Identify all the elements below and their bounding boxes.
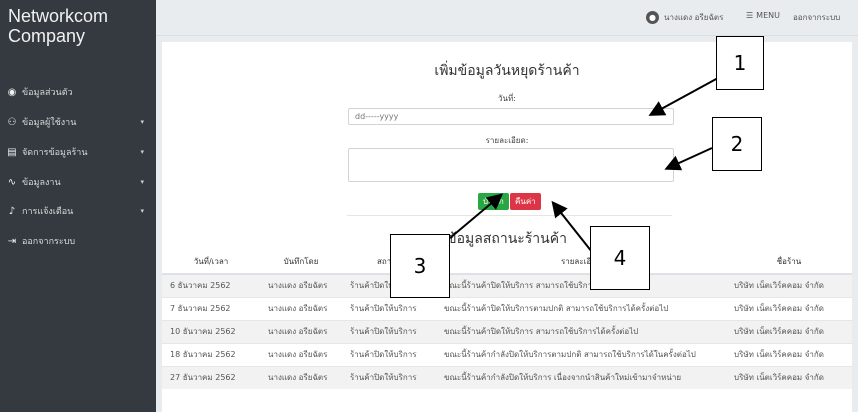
- user-circle-icon: ◉: [7, 86, 17, 98]
- chevron-down-icon: ▾: [140, 207, 144, 215]
- logout-link[interactable]: ออกจากระบบ: [793, 11, 840, 24]
- sidebar-item-1[interactable]: ⚇ ข้อมูลผู้ใช้งาน ▾: [6, 113, 150, 131]
- line-chart-icon: ∿: [7, 176, 17, 188]
- callout-2: 2: [712, 117, 762, 171]
- table-cell: 27 ธันวาคม 2562: [162, 365, 260, 389]
- user-menu[interactable]: ● นางแดง อรียฉัตร: [646, 11, 723, 24]
- status-table: วันที่/เวลา บันทึกโดย สถานะ รายละเอียด ชื่อร…: [162, 250, 852, 389]
- table-cell: ร้านค้าปิดให้บริการ: [342, 319, 436, 343]
- chevron-down-icon: ▾: [140, 148, 144, 156]
- table-cell: นางแดง อรียฉัตร: [260, 319, 342, 343]
- avatar-icon: ●: [646, 11, 659, 24]
- save-button[interactable]: บันทึก: [478, 193, 509, 210]
- column-header[interactable]: บันทึกโดย: [260, 250, 342, 275]
- sidebar-item-label: ข้อมูลงาน: [22, 178, 61, 188]
- table-cell: บริษัท เน็ตเวิร์คคอม จำกัด: [726, 319, 852, 343]
- table-cell: ร้านค้าปิดให้บริการ: [342, 342, 436, 366]
- chevron-down-icon: ▾: [140, 118, 144, 126]
- menu-label: MENU: [756, 11, 780, 20]
- chevron-down-icon: ▾: [140, 178, 144, 186]
- sidebar-item-label: ออกจากระบบ: [22, 237, 76, 247]
- sidebar-item-label: ข้อมูลผู้ใช้งาน: [22, 118, 77, 128]
- file-icon: ▤: [7, 146, 17, 158]
- table-cell: บริษัท เน็ตเวิร์คคอม จำกัด: [726, 273, 852, 297]
- table-cell: บริษัท เน็ตเวิร์คคอม จำกัด: [726, 342, 852, 366]
- table-cell: ขณะนี้ร้านค้ากำลังปิดให้บริการ เนื่องจาก…: [436, 365, 726, 389]
- table-cell: นางแดง อรียฉัตร: [260, 365, 342, 389]
- callout-4: 4: [590, 226, 650, 290]
- sidebar-item-2[interactable]: ▤ จัดการข้อมูลร้าน ▾: [6, 143, 150, 161]
- menu-icon: ☰: [746, 11, 754, 20]
- table-cell: 10 ธันวาคม 2562: [162, 319, 260, 343]
- table-cell: นางแดง อรียฉัตร: [260, 273, 342, 297]
- date-input[interactable]: [348, 108, 674, 125]
- table-row: 10 ธันวาคม 2562 นางแดง อรียฉัตร ร้านค้าปิด…: [162, 319, 852, 343]
- sidebar-item-3[interactable]: ∿ ข้อมูลงาน ▾: [6, 173, 150, 191]
- reset-button[interactable]: คืนค่า: [510, 193, 541, 210]
- table-row: 27 ธันวาคม 2562 นางแดง อรียฉัตร ร้านค้าปิด…: [162, 365, 852, 389]
- date-label: วันที่:: [498, 94, 516, 103]
- sidebar-item-label: จัดการข้อมูลร้าน: [22, 148, 88, 158]
- brand-title: Networkcom Company: [8, 6, 109, 46]
- sidebar-item-4[interactable]: ♪ การแจ้งเตือน ▾: [6, 202, 150, 220]
- table-cell: 18 ธันวาคม 2562: [162, 342, 260, 366]
- table-cell: นางแดง อรียฉัตร: [260, 342, 342, 366]
- table-cell: ร้านค้าปิดให้บริการ: [342, 365, 436, 389]
- divider: [347, 215, 672, 216]
- table-row: 18 ธันวาคม 2562 นางแดง อรียฉัตร ร้านค้าปิด…: [162, 342, 852, 366]
- table-cell: ร้านค้าปิดให้บริการ: [342, 296, 436, 320]
- column-header[interactable]: วันที่/เวลา: [162, 250, 260, 275]
- table-row: 6 ธันวาคม 2562 นางแดง อรียฉัตร ร้านค้าปิดใ…: [162, 273, 852, 297]
- table-row: 7 ธันวาคม 2562 นางแดง อรียฉัตร ร้านค้าปิดใ…: [162, 296, 852, 320]
- sidebar-item-label: ข้อมูลส่วนตัว: [22, 88, 73, 98]
- column-header[interactable]: รายละเอียด: [436, 250, 726, 275]
- user-name: นางแดง อรียฉัตร: [664, 13, 724, 22]
- main-content: เพิ่มข้อมูลวันหยุดร้านค้า วันที่: รายละเ…: [162, 42, 852, 412]
- detail-textarea[interactable]: [348, 148, 674, 182]
- bell-icon: ♪: [8, 205, 16, 217]
- topbar: ● นางแดง อรียฉัตร ☰ MENU ออกจากระบบ: [156, 0, 858, 36]
- callout-1: 1: [716, 36, 764, 90]
- table-cell: 6 ธันวาคม 2562: [162, 273, 260, 297]
- table-cell: บริษัท เน็ตเวิร์คคอม จำกัด: [726, 296, 852, 320]
- table-cell: ขณะนี้ร้านค้าปิดให้บริการ สามารถใช้บริกา…: [436, 319, 726, 343]
- table-cell: ขณะนี้ร้านค้ากำลังปิดให้บริการตามปกติ สา…: [436, 342, 726, 366]
- sidebar-item-label: การแจ้งเตือน: [22, 207, 74, 217]
- table-cell: บริษัท เน็ตเวิร์คคอม จำกัด: [726, 365, 852, 389]
- table-cell: 7 ธันวาคม 2562: [162, 296, 260, 320]
- column-header[interactable]: ชื่อร้าน: [726, 250, 852, 275]
- table-title: ข้อมูลสถานะร้านค้า: [447, 231, 567, 247]
- table-cell: ขณะนี้ร้านค้าปิดให้บริการตามปกติ สามารถใ…: [436, 296, 726, 320]
- table-cell: นางแดง อรียฉัตร: [260, 296, 342, 320]
- sidebar-item-5[interactable]: ⇥ ออกจากระบบ: [6, 232, 150, 250]
- users-icon: ⚇: [7, 116, 17, 128]
- table-cell: ขณะนี้ร้านค้าปิดให้บริการ สามารถใช้บริกา…: [436, 273, 726, 297]
- menu-button[interactable]: ☰ MENU: [746, 11, 780, 20]
- sidebar-item-0[interactable]: ◉ ข้อมูลส่วนตัว: [6, 83, 150, 101]
- callout-3: 3: [390, 234, 450, 298]
- sign-out-icon: ⇥: [7, 235, 17, 247]
- sidebar: Networkcom Company ◉ ข้อมูลส่วนตัว ⚇ ข้อมูล…: [0, 0, 156, 412]
